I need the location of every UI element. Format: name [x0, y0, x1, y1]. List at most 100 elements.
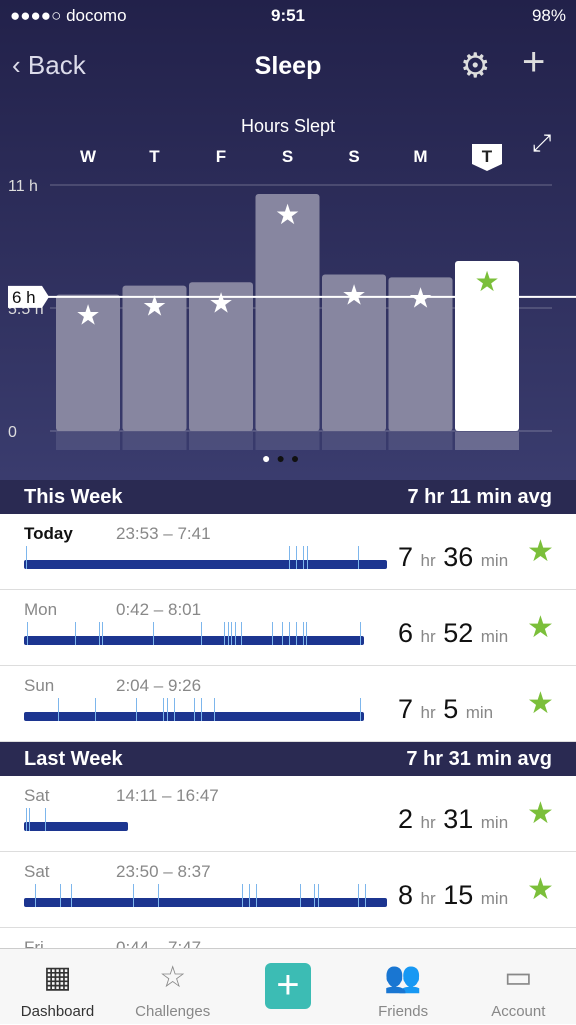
day-label: S — [282, 147, 293, 166]
awake-tick — [71, 884, 73, 907]
awake-tick — [200, 698, 202, 721]
star-icon: ★ — [341, 279, 366, 310]
bar-reflection — [322, 432, 386, 450]
day-label: F — [216, 147, 226, 166]
day-label: T — [149, 147, 160, 166]
row-time: 23:53 – 7:41 — [116, 524, 211, 543]
awake-tick — [173, 698, 175, 721]
day-label: T — [482, 147, 493, 166]
tab-label: Challenges — [135, 1003, 211, 1020]
awake-tick — [302, 622, 304, 645]
awake-tick — [317, 884, 319, 907]
row-duration: 6 hr 52 min — [398, 618, 509, 648]
awake-tick — [289, 622, 291, 645]
awake-tick — [224, 622, 226, 645]
goal-label: 6 h — [12, 288, 36, 307]
add-icon[interactable]: + — [522, 40, 545, 85]
bar-reflection — [189, 432, 253, 450]
star-icon: ★ — [527, 873, 554, 906]
day-label: W — [80, 147, 97, 166]
awake-tick — [136, 698, 138, 721]
row-day: Mon — [24, 600, 58, 619]
awake-tick — [256, 884, 258, 907]
awake-tick — [282, 622, 284, 645]
tab-account[interactable]: ▭ Account — [461, 949, 576, 1025]
day-label: M — [413, 147, 427, 166]
star-icon: ★ — [527, 535, 554, 568]
row-time: 14:11 – 16:47 — [116, 786, 219, 805]
awake-tick — [34, 884, 36, 907]
star-icon: ★ — [208, 287, 233, 318]
row-time: 2:04 – 9:26 — [116, 676, 202, 695]
sleep-header: ●●●●○ docomo 9:51 98% ‹ Back Sleep ⚙ + H… — [0, 0, 576, 480]
bar-reflection — [388, 432, 453, 450]
awake-tick — [295, 622, 297, 645]
tab-label: Account — [491, 1003, 546, 1020]
tab-challenges[interactable]: ☆ Challenges — [115, 949, 230, 1025]
sleep-log-row[interactable]: Today 23:53 – 7:41 7 hr 36 min ★ — [0, 514, 576, 590]
awake-tick — [74, 622, 76, 645]
star-icon: ★ — [275, 199, 300, 230]
awake-tick — [227, 622, 229, 645]
row-duration: 7 hr 5 min — [398, 694, 494, 724]
awake-tick — [365, 884, 367, 907]
section-label: Last Week — [24, 748, 123, 770]
star-icon: ★ — [408, 282, 433, 313]
awake-tick — [27, 622, 29, 645]
awake-tick — [299, 884, 301, 907]
awake-tick — [303, 546, 305, 569]
awake-tick — [288, 546, 290, 569]
awake-tick — [26, 808, 28, 831]
awake-tick — [95, 698, 97, 721]
sleep-log-row[interactable]: Mon 0:42 – 8:01 6 hr 52 min ★ — [0, 590, 576, 666]
sleep-pattern-bar — [24, 808, 128, 831]
add-icon: + — [230, 949, 345, 1009]
page-indicator[interactable]: ●●● — [262, 450, 305, 466]
bar-reflection — [255, 432, 320, 450]
awake-tick — [60, 884, 62, 907]
awake-tick — [200, 622, 202, 645]
sleep-pattern-bar — [24, 884, 387, 907]
awake-tick — [272, 622, 274, 645]
star-icon: ★ — [527, 687, 554, 720]
row-time: 23:50 – 8:37 — [116, 862, 211, 881]
awake-tick — [214, 698, 216, 721]
awake-tick — [248, 884, 250, 907]
y-tick-label: 11 h — [8, 178, 38, 195]
sleep-log-row[interactable]: Sat 23:50 – 8:37 8 hr 15 min ★ — [0, 852, 576, 928]
sleep-log-row[interactable]: Sun 2:04 – 9:26 7 hr 5 min ★ — [0, 666, 576, 742]
star-icon: ★ — [527, 797, 554, 830]
gear-icon[interactable]: ⚙ — [460, 46, 490, 86]
awake-tick — [57, 698, 59, 721]
day-label: S — [348, 147, 359, 166]
sleep-log-row[interactable]: Sat 14:11 – 16:47 2 hr 31 min ★ — [0, 776, 576, 852]
friends-icon: 👥 — [384, 961, 422, 994]
tab-dashboard[interactable]: ▦ Dashboard — [0, 949, 115, 1025]
row-day: Sun — [24, 676, 55, 695]
hours-slept-chart[interactable]: 05.5 h11 hW★T★F★S★S★M★T★6 h — [0, 140, 576, 450]
tab-friends[interactable]: 👥 Friends — [346, 949, 461, 1025]
awake-tick — [102, 622, 104, 645]
awake-tick — [158, 884, 160, 907]
awake-tick — [166, 698, 168, 721]
tab-label: Friends — [378, 1003, 429, 1020]
star-icon: ★ — [527, 611, 554, 644]
row-day: Sat — [24, 786, 50, 805]
section-this-week: This Week 7 hr 11 min avg — [0, 480, 576, 514]
tab-bar: ▦ Dashboard ☆ Challenges + 👥 Friends ▭ Account — [0, 948, 576, 1024]
clock: 9:51 — [270, 6, 306, 25]
awake-tick — [357, 546, 359, 569]
nav-bar: ‹ Back Sleep ⚙ + — [0, 40, 576, 88]
awake-tick — [241, 622, 243, 645]
awake-tick — [360, 698, 362, 721]
section-avg: 7 hr 11 min avg — [407, 486, 552, 508]
awake-tick — [296, 546, 298, 569]
bar-reflection — [455, 432, 519, 450]
tab-add[interactable]: + — [230, 949, 345, 1025]
status-bar: ●●●●○ docomo 9:51 98% — [0, 6, 576, 28]
awake-tick — [98, 622, 100, 645]
row-duration: 7 hr 36 min — [398, 542, 509, 572]
dashboard-icon: ▦ — [43, 961, 72, 994]
star-icon: ★ — [142, 291, 167, 322]
section-avg: 7 hr 31 min avg — [406, 748, 552, 770]
